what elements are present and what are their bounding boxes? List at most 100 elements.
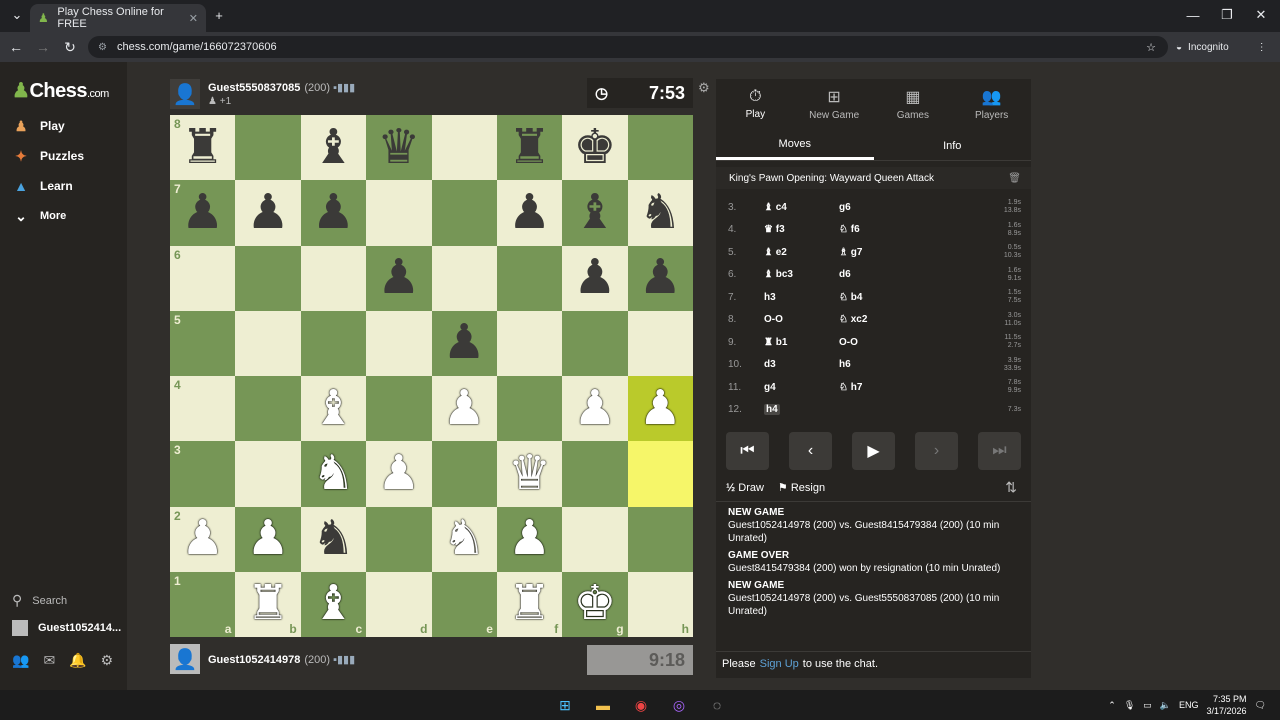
white-knight-piece[interactable]: ♞ bbox=[443, 515, 486, 563]
black-pawn-piece[interactable]: ♟ bbox=[508, 188, 551, 237]
square-g1[interactable]: g ♚ bbox=[562, 571, 628, 637]
white-pawn-piece[interactable]: ♟ bbox=[247, 515, 290, 563]
play-moves-button[interactable]: ▶ bbox=[852, 432, 895, 470]
mail-icon[interactable]: ✉ bbox=[43, 652, 55, 669]
incognito-indicator[interactable]: ◒ Incognito ⋮ bbox=[1176, 36, 1267, 58]
white-knight-piece[interactable]: ♞ bbox=[312, 449, 355, 498]
black-queen-piece[interactable]: ♛ bbox=[377, 123, 420, 172]
white-rook-piece[interactable]: ♜ bbox=[508, 580, 551, 628]
square-b4[interactable] bbox=[235, 376, 301, 442]
white-queen-piece[interactable]: ♛ bbox=[508, 449, 551, 498]
square-f1[interactable]: f ♜ bbox=[496, 571, 563, 637]
white-move[interactable]: ♝ c4 bbox=[764, 202, 787, 213]
settings-gear-icon[interactable]: ⚙ bbox=[101, 652, 114, 669]
square-f3[interactable]: ♛ bbox=[496, 441, 563, 507]
square-b5[interactable] bbox=[235, 310, 301, 376]
square-b6[interactable] bbox=[235, 245, 301, 311]
square-d8[interactable]: ♛ bbox=[366, 115, 432, 181]
square-a4[interactable]: 4 bbox=[170, 376, 236, 442]
black-king-piece[interactable]: ♚ bbox=[573, 123, 616, 172]
square-a8[interactable]: 8 ♜ bbox=[170, 115, 236, 181]
bottom-player-info[interactable]: 👤 Guest1052414978 (200) ▪▮▮▮ bbox=[170, 644, 355, 674]
white-move[interactable]: ♝ e2 bbox=[764, 247, 787, 258]
white-pawn-piece[interactable]: ♟ bbox=[443, 384, 486, 433]
square-a5[interactable]: 5 bbox=[170, 310, 236, 376]
white-pawn-piece[interactable]: ♟ bbox=[639, 384, 682, 433]
trash-icon[interactable]: 🗑 bbox=[1008, 173, 1021, 184]
square-h8[interactable] bbox=[627, 115, 693, 181]
square-a2[interactable]: 2 ♟ bbox=[170, 506, 236, 572]
sidebar-user[interactable]: Guest1052414... bbox=[12, 620, 121, 636]
black-rook-piece[interactable]: ♜ bbox=[508, 123, 551, 172]
draw-button[interactable]: ½ Draw bbox=[726, 482, 764, 494]
square-f8[interactable]: ♜ bbox=[496, 115, 563, 181]
sidebar-search[interactable]: ⚲ Search bbox=[12, 592, 67, 609]
square-h2[interactable] bbox=[627, 506, 693, 572]
square-h7[interactable]: ♞ bbox=[627, 180, 693, 246]
site-info-icon[interactable]: ⚙ bbox=[98, 42, 107, 53]
network-icon[interactable]: ▭ bbox=[1143, 700, 1152, 711]
white-rook-piece[interactable]: ♜ bbox=[247, 580, 290, 628]
black-move[interactable]: ♘ h7 bbox=[839, 382, 862, 393]
square-e1[interactable]: e bbox=[431, 571, 497, 637]
square-g5[interactable] bbox=[562, 310, 628, 376]
black-move[interactable]: d6 bbox=[839, 269, 851, 280]
square-d3[interactable]: ♟ bbox=[366, 441, 432, 507]
square-d2[interactable] bbox=[366, 506, 432, 572]
black-pawn-piece[interactable]: ♟ bbox=[443, 319, 486, 367]
square-e6[interactable] bbox=[431, 245, 497, 311]
tab-players[interactable]: 👥 Players bbox=[952, 79, 1031, 129]
square-d7[interactable] bbox=[366, 180, 432, 246]
square-a1[interactable]: 1a bbox=[170, 571, 236, 637]
black-move[interactable]: ♘ b4 bbox=[839, 292, 862, 303]
black-bishop-piece[interactable]: ♝ bbox=[312, 123, 355, 172]
white-move[interactable]: O-O bbox=[764, 314, 783, 325]
square-f4[interactable] bbox=[496, 376, 563, 442]
chess-board[interactable]: 8 ♜ ♝ ♛ ♜ ♚ 7 ♟ ♟ ♟ ♟ ♝ ♞ 6 ♟ ♟ ♟ 5 ♟ 4 ♝ ♟ ♟ ♟ 3 ♞ ♟ ♛ 2 ♟ ♟ ♞ ♞ ♟ 1 a b ♜ c ♝… bbox=[170, 115, 693, 637]
square-h5[interactable] bbox=[627, 310, 693, 376]
square-e4[interactable]: ♟ bbox=[431, 376, 497, 442]
browser-tab[interactable]: ♟ Play Chess Online for FREE ✕ bbox=[30, 4, 206, 32]
app-icon[interactable]: ◎ bbox=[670, 696, 688, 714]
square-g2[interactable] bbox=[562, 506, 628, 572]
square-c5[interactable] bbox=[300, 310, 367, 376]
square-e8[interactable] bbox=[431, 115, 497, 181]
square-d6[interactable]: ♟ bbox=[366, 245, 432, 311]
square-g4[interactable]: ♟ bbox=[562, 376, 628, 442]
black-knight-piece[interactable]: ♞ bbox=[312, 515, 355, 563]
tab-moves[interactable]: Moves bbox=[716, 131, 874, 160]
bell-icon[interactable]: 🔔 bbox=[69, 652, 86, 669]
windows-start-icon[interactable]: ⊞ bbox=[556, 696, 574, 714]
square-c7[interactable]: ♟ bbox=[300, 180, 367, 246]
square-a7[interactable]: 7 ♟ bbox=[170, 180, 236, 246]
black-move[interactable]: h6 bbox=[839, 359, 851, 370]
chess-logo[interactable]: ♟Chess.com bbox=[12, 78, 109, 103]
volume-icon[interactable]: 🔈 bbox=[1160, 700, 1171, 711]
black-move[interactable]: g6 bbox=[839, 202, 851, 213]
square-h3[interactable] bbox=[627, 441, 693, 507]
square-f5[interactable] bbox=[496, 310, 563, 376]
chrome-icon[interactable]: ◉ bbox=[632, 696, 650, 714]
white-move[interactable]: ♜ b1 bbox=[764, 337, 787, 348]
black-pawn-piece[interactable]: ♟ bbox=[573, 254, 616, 302]
sidebar-item-puzzles[interactable]: ✦ Puzzles bbox=[12, 144, 84, 168]
square-h6[interactable]: ♟ bbox=[627, 245, 693, 311]
square-c4[interactable]: ♝ bbox=[300, 376, 367, 442]
recorder-icon[interactable]: ◌ bbox=[708, 696, 726, 714]
close-window-icon[interactable]: ✕ bbox=[1244, 0, 1278, 30]
white-bishop-piece[interactable]: ♝ bbox=[312, 384, 355, 433]
tab-play[interactable]: ⏱ Play bbox=[716, 79, 795, 129]
white-move[interactable]: d3 bbox=[764, 359, 776, 370]
square-d4[interactable] bbox=[366, 376, 432, 442]
sidebar-item-more[interactable]: ⌄ More bbox=[12, 204, 66, 228]
square-c6[interactable] bbox=[300, 245, 367, 311]
resign-button[interactable]: ⚑ Resign bbox=[778, 481, 825, 494]
black-rook-piece[interactable]: ♜ bbox=[181, 123, 224, 172]
forward-icon[interactable]: → bbox=[32, 36, 54, 58]
square-b3[interactable] bbox=[235, 441, 301, 507]
white-pawn-piece[interactable]: ♟ bbox=[573, 384, 616, 433]
language-indicator[interactable]: ENG bbox=[1179, 700, 1199, 710]
white-pawn-piece[interactable]: ♟ bbox=[181, 515, 224, 563]
square-e7[interactable] bbox=[431, 180, 497, 246]
file-explorer-icon[interactable]: ▬ bbox=[594, 696, 612, 714]
